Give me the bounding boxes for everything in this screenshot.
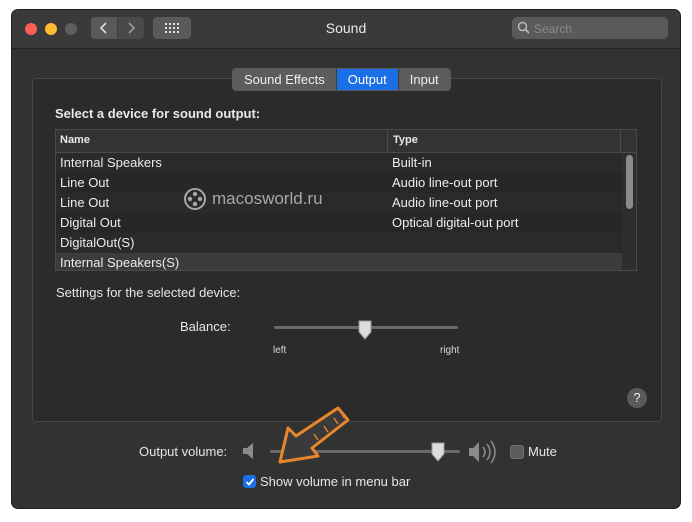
search-input[interactable] [532,19,666,39]
tab-input[interactable]: Input [398,69,450,90]
show-volume-checkbox[interactable] [243,475,256,488]
balance-left-label: left [273,345,287,356]
balance-slider-knob[interactable] [357,320,373,340]
table-row[interactable]: Line Out Audio line-out port [56,173,622,193]
mute-label[interactable]: Mute [528,444,557,459]
column-divider [620,130,621,152]
table-scrollbar[interactable] [622,153,636,270]
tab-sound-effects[interactable]: Sound Effects [233,69,337,90]
device-name: Line Out [60,195,110,210]
volume-low-icon [243,443,253,459]
column-header-name[interactable]: Name [60,134,90,146]
watermark: macosworld.ru [184,188,323,210]
device-type: Built-in [392,155,432,170]
table-row-selected[interactable]: Internal Speakers(S) [56,253,622,270]
annotation-arrow-icon [278,406,350,464]
settings-label: Settings for the selected device: [56,285,241,300]
select-device-label: Select a device for sound output: [55,106,261,121]
sound-preferences-window: Sound Sound Effects Output Input Select … [12,10,680,508]
search-icon [517,21,530,34]
title-bar: Sound [12,10,680,49]
table-header: Name Type [56,130,636,153]
device-table[interactable]: Name Type Internal Speakers Built-in Lin… [55,129,637,271]
device-name: Internal Speakers(S) [60,255,180,270]
scroll-thumb[interactable] [626,155,633,209]
table-row[interactable]: Internal Speakers Built-in [56,153,622,173]
tab-output[interactable]: Output [336,69,399,90]
tab-bar: Sound Effects Output Input [232,68,451,91]
device-rows: Internal Speakers Built-in Line Out Audi… [56,153,622,270]
help-button[interactable]: ? [627,388,647,408]
checkmark-icon [245,477,254,486]
mute-checkbox[interactable] [510,445,524,459]
column-divider [387,130,388,152]
column-header-type[interactable]: Type [393,134,418,146]
volume-slider-knob[interactable] [430,442,446,462]
device-type: Optical digital-out port [392,215,519,230]
table-row[interactable]: DigitalOut(S) [56,233,622,253]
search-field[interactable] [512,17,668,39]
reel-icon [184,188,206,210]
device-name: DigitalOut(S) [60,235,135,250]
watermark-text: macosworld.ru [212,189,323,208]
balance-right-label: right [440,345,460,356]
device-name: Internal Speakers [60,155,162,170]
device-name: Digital Out [60,215,121,230]
table-row[interactable]: Line Out Audio line-out port [56,193,622,213]
table-row[interactable]: Digital Out Optical digital-out port [56,213,622,233]
output-volume-label: Output volume: [139,444,228,459]
show-volume-label[interactable]: Show volume in menu bar [260,474,410,489]
device-name: Line Out [60,175,110,190]
device-type: Audio line-out port [392,195,498,210]
device-type: Audio line-out port [392,175,498,190]
balance-label: Balance: [180,319,231,334]
volume-high-icon [469,440,496,464]
